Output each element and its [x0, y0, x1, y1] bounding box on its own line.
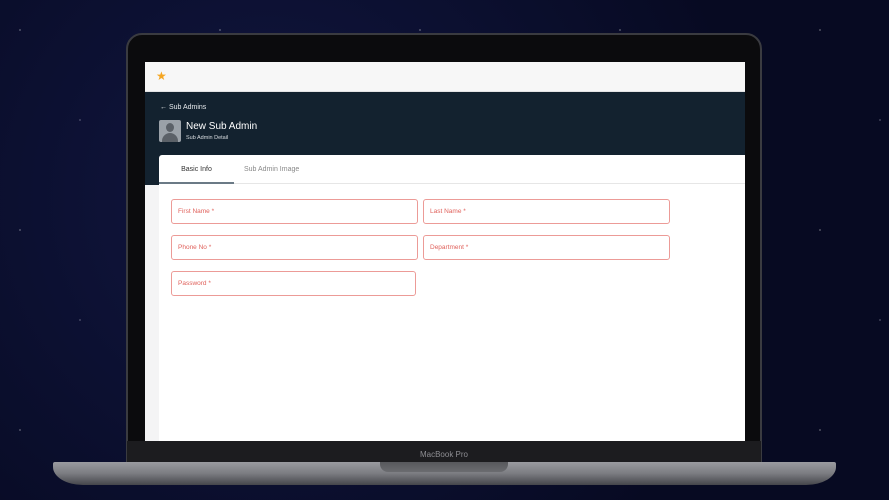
avatar [159, 120, 181, 142]
form-card: Basic Info Sub Admin Image First Name * … [159, 155, 745, 441]
laptop-notch [380, 462, 508, 472]
top-bar: ★ [145, 62, 745, 92]
page-title: New Sub Admin [186, 121, 258, 132]
star-icon[interactable]: ★ [156, 69, 167, 83]
password-field[interactable]: Password * [171, 271, 416, 296]
phone-field[interactable]: Phone No * [171, 235, 418, 260]
department-field[interactable]: Department * [423, 235, 670, 260]
back-link[interactable]: ← Sub Admins [160, 104, 206, 111]
back-label: Sub Admins [168, 104, 207, 111]
first-name-field[interactable]: First Name * [171, 199, 418, 224]
laptop-label: MacBook Pro [127, 441, 761, 463]
tab-bar: Basic Info Sub Admin Image [159, 155, 745, 184]
tab-basic-info[interactable]: Basic Info [159, 155, 234, 184]
page-subtitle: Sub Admin Detail [186, 135, 229, 141]
arrow-left-icon: ← [160, 104, 167, 111]
last-name-field[interactable]: Last Name * [423, 199, 670, 224]
tab-sub-admin-image[interactable]: Sub Admin Image [244, 155, 299, 184]
app-screen: ★ ← Sub Admins New Sub Admin Sub Admin D… [145, 62, 745, 441]
